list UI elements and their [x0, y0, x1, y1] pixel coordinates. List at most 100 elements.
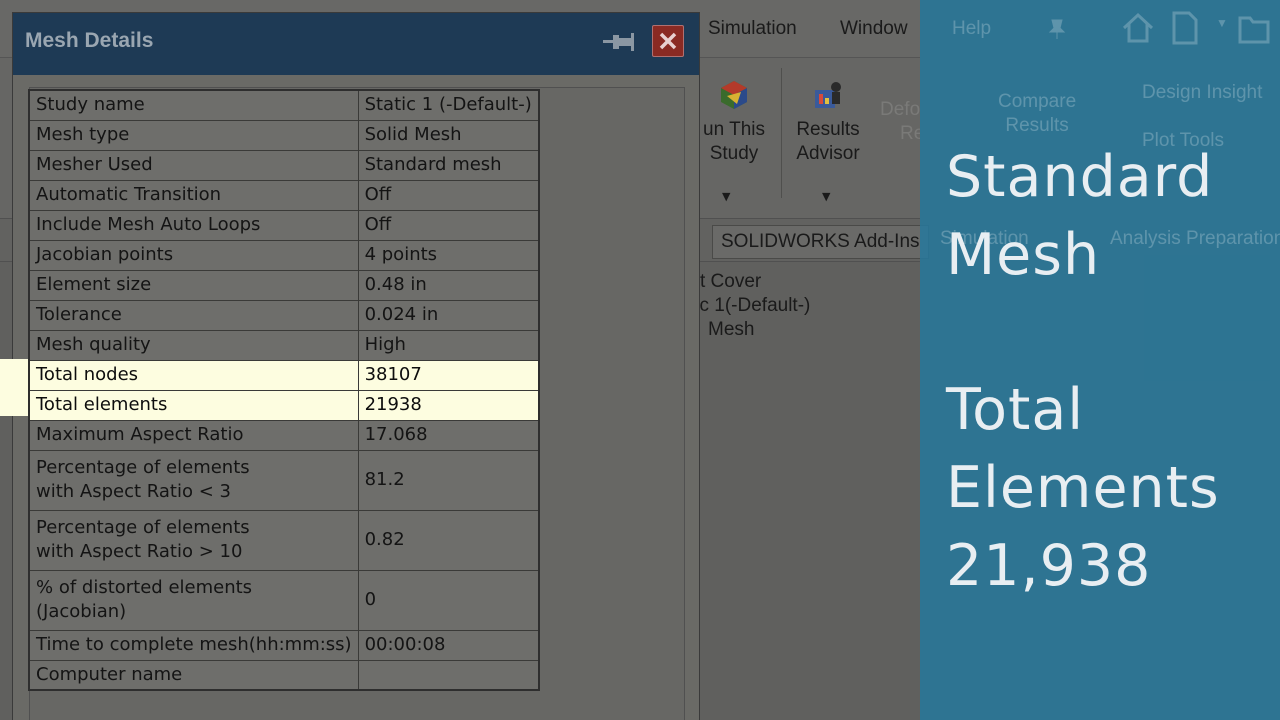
menu-simulation[interactable]: Simulation: [708, 18, 797, 40]
open-icon[interactable]: [1236, 10, 1272, 46]
run-study-label-2: Study: [709, 143, 759, 164]
caption-overlay: Help ▼ Compare Results Design Insight Pl…: [920, 0, 1280, 720]
tab-solidworks-add-ins[interactable]: SOLIDWORKS Add-Ins: [712, 225, 929, 259]
run-study-label-1: un This: [703, 119, 765, 140]
table-row: Element size 0.48 in: [28, 269, 540, 301]
results-advisor-icon: [815, 82, 841, 108]
row-label-line: with Aspect Ratio > 10: [36, 541, 243, 562]
overlay-heading-line-2: Mesh: [946, 222, 1101, 288]
run-study-button[interactable]: un This Study: [694, 78, 774, 166]
tree-item-study[interactable]: tic 1(-Default-): [690, 294, 810, 318]
row-label: Total nodes: [28, 359, 359, 391]
table-row: Jacobian points 4 points: [28, 239, 540, 271]
row-value: 0.024 in: [357, 299, 540, 331]
deformed-results-label-2: Results: [900, 123, 920, 144]
row-value: 00:00:08: [357, 629, 540, 661]
row-label: Percentage of elements with Aspect Ratio…: [28, 509, 359, 571]
row-value: 81.2: [357, 449, 540, 511]
row-value: Off: [357, 209, 540, 241]
row-label: Tolerance: [28, 299, 359, 331]
row-label: Element size: [28, 269, 359, 301]
results-advisor-dropdown-icon[interactable]: ▼: [822, 190, 830, 203]
table-row: Time to complete mesh(hh:mm:ss) 00:00:08: [28, 629, 540, 661]
mesh-details-table: Study name Static 1 (-Default-) Mesh typ…: [28, 89, 540, 691]
row-label: Computer name: [28, 659, 359, 691]
results-advisor-label-2: Advisor: [796, 143, 860, 164]
row-label: Percentage of elements with Aspect Ratio…: [28, 449, 359, 511]
run-study-dropdown-icon[interactable]: ▼: [722, 190, 730, 203]
compare-results-label-2: Results: [1005, 115, 1069, 136]
table-row: Mesh type Solid Mesh: [28, 119, 540, 151]
table-row-highlighted: Total nodes 38107: [28, 359, 540, 391]
row-value: 38107: [357, 359, 540, 391]
pin-icon[interactable]: [1046, 18, 1068, 40]
tab-analysis-preparation[interactable]: Analysis Preparation: [1110, 228, 1280, 250]
close-icon: [659, 32, 677, 50]
tree-item-mesh[interactable]: Mesh: [690, 318, 810, 342]
row-value: Standard mesh: [357, 149, 540, 181]
tree-item-part[interactable]: t Cover: [690, 270, 810, 294]
table-row: Maximum Aspect Ratio 17.068: [28, 419, 540, 451]
row-value: Solid Mesh: [357, 119, 540, 151]
table-row: Tolerance 0.024 in: [28, 299, 540, 331]
row-label: Jacobian points: [28, 239, 359, 271]
close-button[interactable]: [652, 25, 684, 57]
feature-tree: t Cover tic 1(-Default-) Mesh: [690, 270, 810, 342]
row-value: 0.82: [357, 509, 540, 571]
run-study-icon: [721, 81, 747, 109]
compare-results-label-1: Compare: [998, 91, 1077, 112]
row-label: Mesh quality: [28, 329, 359, 361]
deformed-results-button[interactable]: Deformed Results: [880, 98, 920, 146]
ribbon-separator: [781, 68, 782, 198]
table-row: Computer name: [28, 659, 540, 691]
row-value: [357, 659, 540, 691]
row-label: Mesher Used: [28, 149, 359, 181]
row-label: Maximum Aspect Ratio: [28, 419, 359, 451]
row-label: Study name: [28, 89, 359, 121]
new-document-dropdown-icon[interactable]: ▼: [1216, 16, 1228, 30]
row-value: 21938: [357, 389, 540, 421]
deformed-results-label-1: Deformed: [880, 99, 920, 120]
overlay-stat-value: 21,938: [946, 533, 1152, 599]
overlay-heading-line-1: Standard: [946, 144, 1214, 210]
results-advisor-button[interactable]: Results Advisor: [786, 78, 870, 166]
menu-window[interactable]: Window: [840, 18, 908, 40]
table-row-highlighted: Total elements 21938: [28, 389, 540, 421]
row-label-line: (Jacobian): [36, 601, 127, 622]
row-value: 4 points: [357, 239, 540, 271]
new-document-icon[interactable]: [1170, 10, 1200, 46]
table-row: % of distorted elements (Jacobian) 0: [28, 569, 540, 631]
row-value: Off: [357, 179, 540, 211]
row-value: 0: [357, 569, 540, 631]
row-label: % of distorted elements (Jacobian): [28, 569, 359, 631]
row-label: Automatic Transition: [28, 179, 359, 211]
overlay-stat-label-line-2: Elements: [946, 455, 1220, 521]
row-value: 17.068: [357, 419, 540, 451]
row-value: 0.48 in: [357, 269, 540, 301]
table-row: Percentage of elements with Aspect Ratio…: [28, 509, 540, 571]
table-row: Include Mesh Auto Loops Off: [28, 209, 540, 241]
row-label: Time to complete mesh(hh:mm:ss): [28, 629, 359, 661]
menu-help[interactable]: Help: [952, 18, 991, 40]
row-label: Mesh type: [28, 119, 359, 151]
home-icon[interactable]: [1120, 10, 1156, 46]
row-label: Include Mesh Auto Loops: [28, 209, 359, 241]
row-label-line: Percentage of elements: [36, 457, 250, 478]
overlay-stat-label-line-1: Total: [946, 377, 1085, 443]
pin-icon[interactable]: [601, 29, 637, 55]
table-row: Mesher Used Standard mesh: [28, 149, 540, 181]
row-value: Static 1 (-Default-): [357, 89, 540, 121]
compare-results-button[interactable]: Compare Results: [998, 90, 1076, 138]
dialog-titlebar: Mesh Details: [13, 13, 699, 75]
table-row: Mesh quality High: [28, 329, 540, 361]
row-label-line: Percentage of elements: [36, 517, 250, 538]
row-label-line: % of distorted elements: [36, 577, 253, 598]
row-value: High: [357, 329, 540, 361]
table-row: Percentage of elements with Aspect Ratio…: [28, 449, 540, 511]
design-insight-button[interactable]: Design Insight: [1142, 82, 1262, 104]
table-row: Study name Static 1 (-Default-): [28, 89, 540, 121]
results-advisor-label-1: Results: [796, 119, 860, 140]
row-label-line: with Aspect Ratio < 3: [36, 481, 231, 502]
table-row: Automatic Transition Off: [28, 179, 540, 211]
dialog-title: Mesh Details: [25, 29, 154, 52]
